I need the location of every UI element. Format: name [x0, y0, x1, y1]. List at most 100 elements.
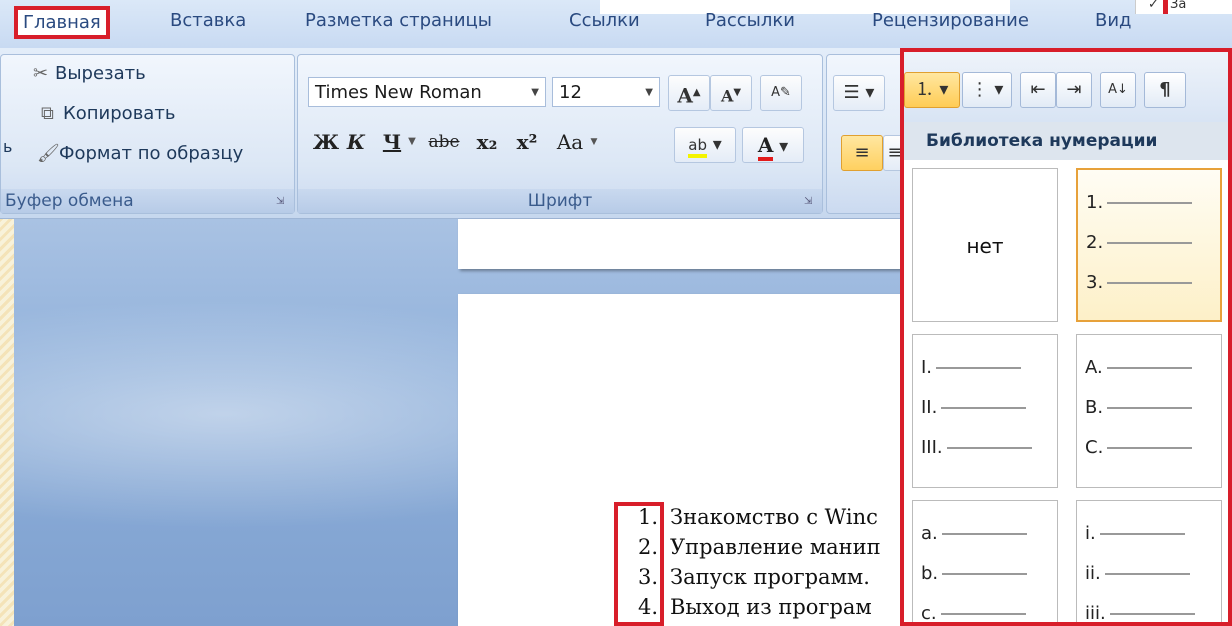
- numbering-line: II.: [921, 397, 1027, 418]
- grow-font-button[interactable]: A▲: [668, 75, 710, 111]
- numbering-line: iii.: [1085, 603, 1195, 624]
- tab-home[interactable]: Главная: [14, 6, 110, 39]
- subscript-button[interactable]: x₂: [470, 125, 504, 159]
- copy-label: Копировать: [63, 103, 176, 124]
- numbering-marker: iii.: [1085, 603, 1106, 624]
- highlight-mark: [1163, 0, 1168, 14]
- tab-insert[interactable]: Вставка: [170, 10, 246, 31]
- numbering-roman-upper-option[interactable]: I. II. III.: [912, 334, 1058, 488]
- chevron-down-icon: ▼: [531, 87, 539, 98]
- numbering-decimal-option[interactable]: 1. 2. 3.: [1076, 168, 1222, 322]
- clipboard-group: ь ✂ Вырезать ⧉ Копировать 🖌Формат по образ…: [0, 54, 295, 214]
- numbering-none-option[interactable]: нет: [912, 168, 1058, 322]
- numbering-roman-lower-option[interactable]: i. ii. iii.: [1076, 500, 1222, 624]
- paragraph-group: ☰ ▾ ≡ ≡: [826, 54, 908, 214]
- numbering-library-dropdown: ⒈ ▾ ⋮ ▾ ⇤ ⇥ A↓ ¶ Библиотека нумерации не…: [900, 48, 1232, 626]
- numbering-button[interactable]: ⒈ ▾: [904, 72, 960, 108]
- numbering-line: 2.: [1086, 232, 1193, 253]
- clear-formatting-icon[interactable]: A✎: [760, 75, 802, 111]
- italic-button[interactable]: К: [342, 125, 370, 159]
- font-color-button[interactable]: A ▾: [742, 127, 804, 163]
- list-item[interactable]: 1. Знакомство с Winc: [634, 505, 878, 529]
- numbering-marker: 1.: [1086, 192, 1104, 213]
- font-color-label: A: [757, 133, 774, 161]
- clipboard-launcher-icon[interactable]: ⇲: [276, 196, 288, 208]
- increase-indent-button[interactable]: ⇥: [1056, 72, 1092, 108]
- checkmark-icon: ✓: [1148, 0, 1159, 12]
- font-group-label: Шрифт: [298, 189, 822, 213]
- brush-icon: 🖌: [37, 143, 60, 164]
- numbering-marker: i.: [1085, 523, 1096, 544]
- chevron-down-icon[interactable]: ▼: [404, 125, 420, 159]
- numbering-line: I.: [921, 357, 1022, 378]
- numbering-alpha-upper-option[interactable]: A. B. C.: [1076, 334, 1222, 488]
- numbering-line: ii.: [1085, 563, 1190, 584]
- tab-mailings[interactable]: Рассылки: [705, 10, 795, 31]
- font-size-combo[interactable]: 12 ▼: [552, 77, 660, 107]
- numbering-marker: B.: [1085, 397, 1104, 418]
- change-case-button[interactable]: Aa: [550, 125, 590, 159]
- highlight-label: ab: [688, 136, 707, 158]
- numbering-line: A.: [1085, 357, 1192, 378]
- list-text: Запуск программ.: [670, 565, 870, 589]
- numbering-marker: a.: [921, 523, 938, 544]
- numbering-line: B.: [1085, 397, 1193, 418]
- tab-review[interactable]: Рецензирование: [872, 10, 1029, 31]
- strikethrough-button[interactable]: abe: [424, 125, 464, 159]
- align-left-button[interactable]: ≡: [841, 135, 883, 171]
- numbering-line: 3.: [1086, 272, 1193, 293]
- numbering-marker: 3.: [1086, 272, 1104, 293]
- numbering-alpha-lower-option[interactable]: a. b. c.: [912, 500, 1058, 622]
- menu-fragment-text: За: [1170, 0, 1187, 12]
- font-size-value: 12: [559, 82, 582, 103]
- underline-button[interactable]: Ч: [378, 125, 406, 159]
- numbering-line: c.: [921, 603, 1026, 622]
- multilevel-list-button[interactable]: ⋮ ▾: [962, 72, 1012, 108]
- decrease-indent-button[interactable]: ⇤: [1020, 72, 1056, 108]
- font-name-value: Times New Roman: [315, 82, 482, 103]
- numbering-marker: 2.: [1086, 232, 1104, 253]
- numbering-line: III.: [921, 437, 1032, 458]
- sort-button[interactable]: A↓: [1100, 72, 1136, 108]
- shrink-font-button[interactable]: A▼: [710, 75, 752, 111]
- scissors-icon: ✂: [33, 63, 49, 84]
- gallery-toolbar: ⒈ ▾ ⋮ ▾ ⇤ ⇥ A↓ ¶: [904, 52, 1228, 122]
- numbering-line: a.: [921, 523, 1027, 544]
- numbering-line: b.: [921, 563, 1028, 584]
- bullets-button[interactable]: ☰ ▾: [833, 75, 885, 111]
- font-group: Times New Roman ▼ 12 ▼ A▲ A▼ A✎ Ж К Ч ▼ …: [297, 54, 823, 214]
- list-text: Выход из програм: [670, 595, 872, 619]
- bold-button[interactable]: Ж: [312, 125, 340, 159]
- tab-page-layout[interactable]: Разметка страницы: [305, 10, 492, 31]
- numbering-marker: A.: [1085, 357, 1103, 378]
- superscript-button[interactable]: x²: [510, 125, 544, 159]
- cut-label: Вырезать: [55, 63, 146, 84]
- numbering-marker: I.: [921, 357, 933, 378]
- numbering-line: 1.: [1086, 192, 1193, 213]
- font-launcher-icon[interactable]: ⇲: [804, 196, 816, 208]
- tab-references[interactable]: Ссылки: [569, 10, 640, 31]
- format-painter-button[interactable]: 🖌Формат по образцу: [37, 143, 243, 164]
- tab-view[interactable]: Вид: [1095, 10, 1132, 31]
- numbering-marker: C.: [1085, 437, 1104, 458]
- cut-button[interactable]: ✂ Вырезать: [33, 63, 146, 84]
- font-name-combo[interactable]: Times New Roman ▼: [308, 77, 546, 107]
- gallery-title: Библиотека нумерации: [904, 122, 1228, 160]
- numbering-marker: ii.: [1085, 563, 1101, 584]
- pilcrow-button[interactable]: ¶: [1144, 72, 1186, 108]
- grow-font-label: A: [677, 83, 693, 108]
- list-text: Управление манип: [670, 535, 881, 559]
- numbering-line: i.: [1085, 523, 1185, 544]
- shrink-font-label: A: [720, 86, 734, 106]
- list-item[interactable]: 4. Выход из програм: [634, 595, 872, 619]
- copy-button[interactable]: ⧉ Копировать: [41, 103, 175, 124]
- previous-page: [458, 219, 908, 269]
- list-text: Знакомство с Winc: [670, 505, 878, 529]
- chevron-down-icon[interactable]: ▼: [588, 125, 600, 159]
- list-item[interactable]: 3. Запуск программ.: [634, 565, 870, 589]
- none-label: нет: [966, 234, 1004, 258]
- highlight-button[interactable]: ab ▾: [674, 127, 736, 163]
- list-item[interactable]: 2. Управление манип: [634, 535, 881, 559]
- copy-icon: ⧉: [41, 103, 54, 124]
- numbering-marker: III.: [921, 437, 943, 458]
